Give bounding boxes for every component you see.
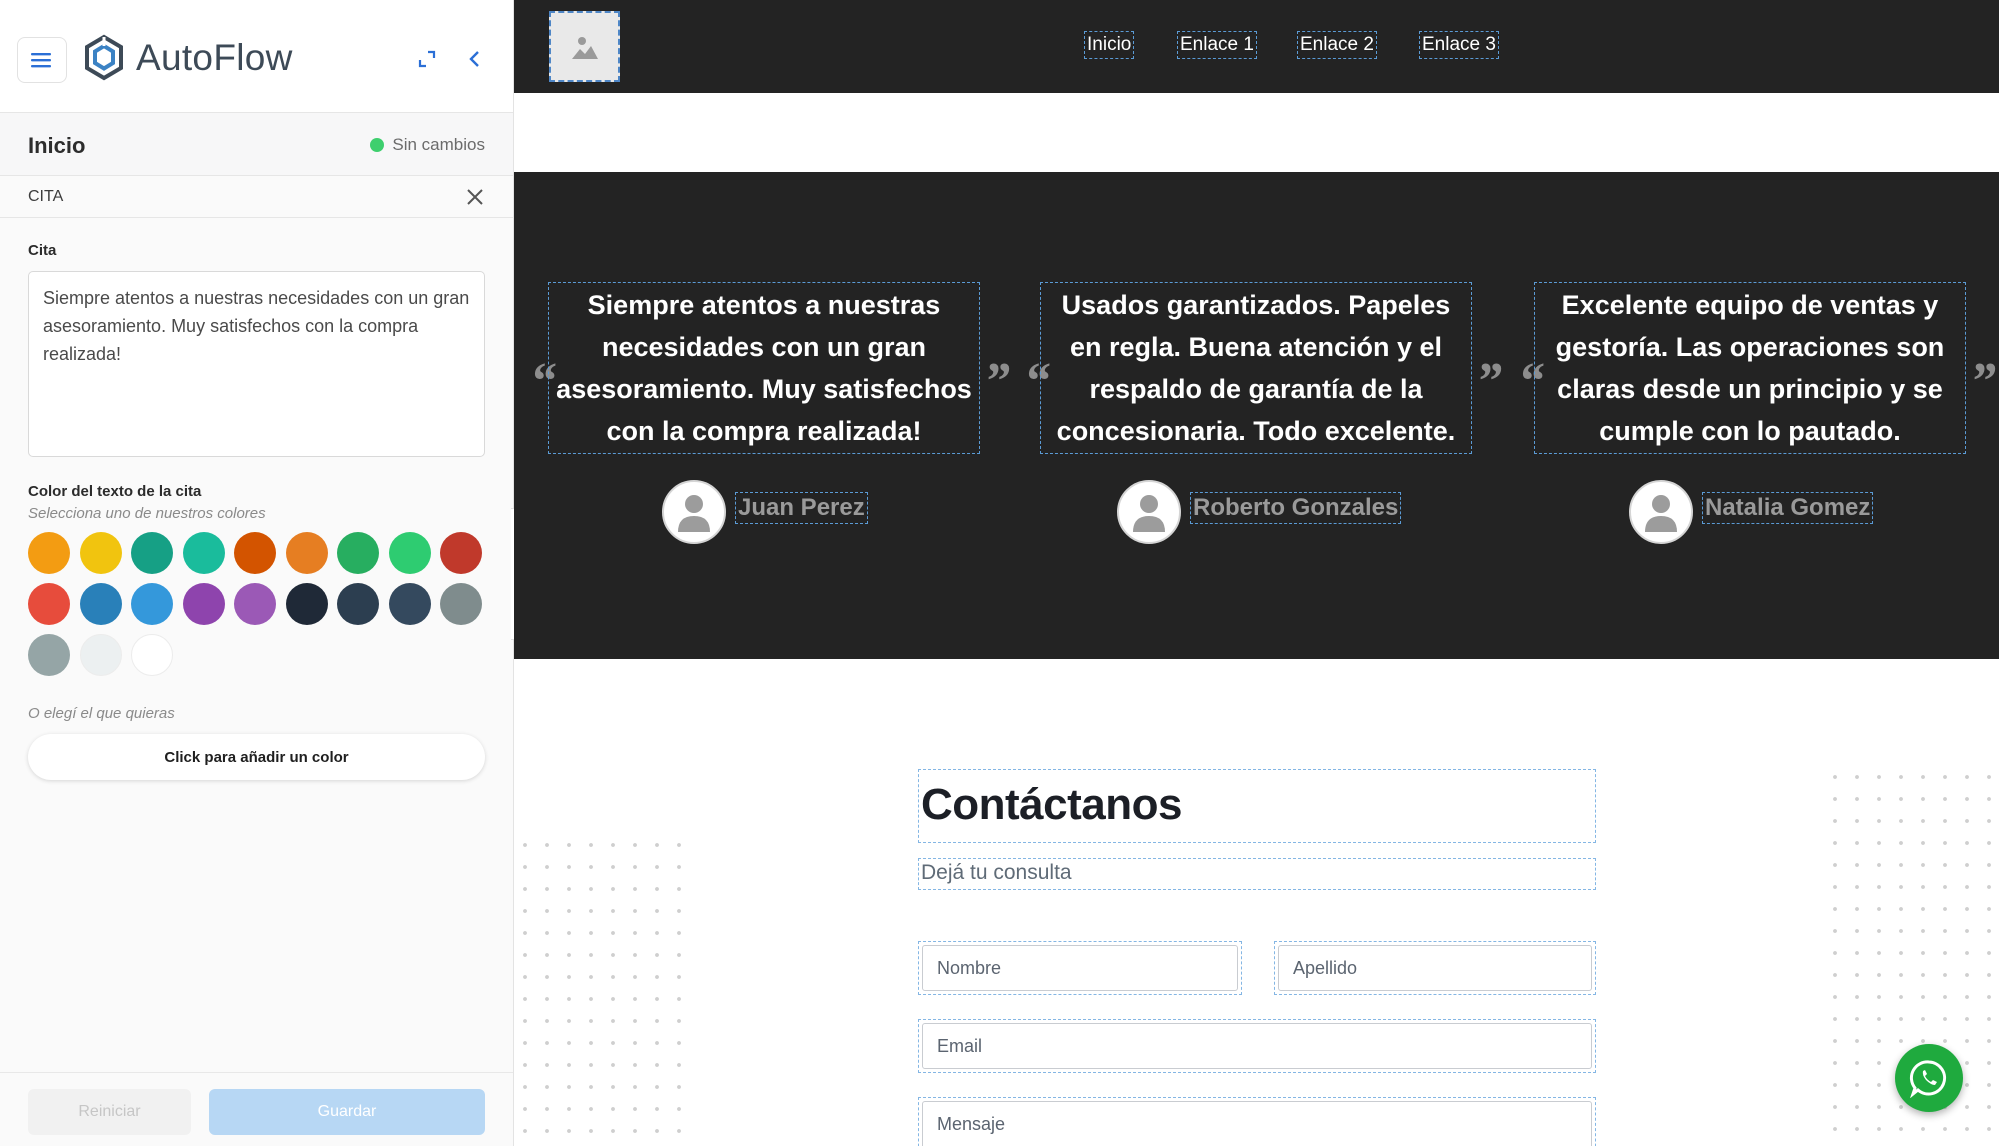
- nav-link-inicio[interactable]: Inicio: [1084, 31, 1135, 59]
- color-swatch[interactable]: [182, 583, 225, 625]
- last-name-field[interactable]: Apellido: [1278, 945, 1592, 991]
- quote-field-label: Cita: [28, 242, 57, 259]
- autoflow-logo-icon: [85, 34, 123, 81]
- contact-title[interactable]: Contáctanos: [918, 769, 1596, 843]
- color-swatch[interactable]: [337, 583, 379, 625]
- color-swatch[interactable]: [131, 532, 173, 574]
- color-swatch[interactable]: [28, 583, 70, 625]
- nav-link-enlace-1[interactable]: Enlace 1: [1177, 31, 1257, 59]
- custom-color-hint: O elegí el que quieras: [28, 705, 175, 722]
- brand-name: AutoFlow: [136, 37, 293, 78]
- close-quote-mark: ”: [1970, 353, 1996, 410]
- color-swatch[interactable]: [440, 532, 482, 574]
- brand-logo: AutoFlow: [82, 34, 293, 82]
- color-swatch[interactable]: [28, 634, 70, 676]
- page-selector[interactable]: Inicio Sin cambios: [0, 113, 513, 176]
- close-quote-mark: ”: [984, 353, 1010, 410]
- message-field[interactable]: Mensaje: [922, 1101, 1592, 1146]
- message-field-wrapper: Mensaje: [918, 1097, 1596, 1146]
- color-palette: [28, 532, 498, 676]
- sidebar-header: AutoFlow: [0, 0, 513, 113]
- page-title: Inicio: [28, 133, 86, 158]
- contact-subtitle[interactable]: Dejá tu consulta: [918, 858, 1596, 890]
- color-swatch[interactable]: [79, 583, 122, 625]
- first-name-field[interactable]: Nombre: [922, 945, 1238, 991]
- chevron-left-icon: [469, 51, 479, 67]
- collapse-sidebar-button[interactable]: [462, 46, 488, 72]
- section-label: CITA: [28, 188, 64, 205]
- testimonial-quote[interactable]: Usados garantizados. Papeles en regla. B…: [1040, 282, 1472, 454]
- color-swatch[interactable]: [28, 532, 70, 574]
- email-field[interactable]: Email: [922, 1023, 1592, 1069]
- quote-color-label: Color del texto de la cita: [28, 483, 202, 500]
- site-navbar: Inicio Enlace 1 Enlace 2 Enlace 3: [514, 0, 1999, 93]
- color-swatch[interactable]: [285, 532, 328, 574]
- quote-color-hint: Selecciona uno de nuestros colores: [28, 505, 266, 522]
- hamburger-icon: [31, 53, 51, 68]
- section-header: CITA: [0, 176, 513, 218]
- status-dot-icon: [370, 138, 385, 152]
- color-swatch[interactable]: [388, 532, 431, 574]
- avatar: [662, 480, 726, 544]
- quote-textarea[interactable]: [28, 271, 485, 457]
- color-swatch[interactable]: [131, 634, 173, 676]
- user-icon: [678, 495, 710, 532]
- decorative-dots: [514, 834, 689, 1146]
- user-icon: [1133, 495, 1165, 532]
- first-name-field-wrapper: Nombre: [918, 941, 1242, 995]
- email-field-wrapper: Email: [918, 1019, 1596, 1073]
- site-logo-placeholder[interactable]: [549, 11, 620, 82]
- testimonials-section: “ Siempre atentos a nuestras necesidades…: [514, 172, 1999, 659]
- expand-icon: [418, 50, 436, 68]
- testimonial-author[interactable]: Natalia Gomez: [1702, 492, 1874, 524]
- color-swatch[interactable]: [79, 634, 122, 676]
- menu-button[interactable]: [17, 37, 67, 83]
- color-swatch[interactable]: [79, 532, 122, 574]
- testimonial-quote[interactable]: Siempre atentos a nuestras necesidades c…: [548, 282, 980, 454]
- image-placeholder-icon: [571, 36, 598, 59]
- color-swatch[interactable]: [234, 532, 276, 574]
- testimonial-author[interactable]: Roberto Gonzales: [1190, 492, 1402, 524]
- color-swatch[interactable]: [440, 583, 482, 625]
- color-swatch[interactable]: [388, 583, 431, 625]
- close-icon[interactable]: [463, 185, 487, 209]
- color-swatch[interactable]: [234, 583, 276, 625]
- whatsapp-button[interactable]: [1895, 1044, 1963, 1112]
- avatar: [1117, 480, 1181, 544]
- whatsapp-icon: [1909, 1060, 1947, 1098]
- nav-link-enlace-3[interactable]: Enlace 3: [1419, 31, 1499, 59]
- color-swatch[interactable]: [337, 532, 379, 574]
- testimonial-quote[interactable]: Excelente equipo de ventas y gestoría. L…: [1534, 282, 1966, 454]
- expand-button[interactable]: [414, 46, 440, 72]
- last-name-field-wrapper: Apellido: [1274, 941, 1596, 995]
- editor-sidebar: AutoFlow Inicio Sin cambios CITA Cita Co…: [0, 0, 514, 1146]
- add-color-button[interactable]: Click para añadir un color: [28, 734, 485, 780]
- color-swatch[interactable]: [182, 532, 225, 574]
- close-quote-mark: ”: [1476, 353, 1502, 410]
- reset-button[interactable]: Reiniciar: [28, 1089, 191, 1135]
- color-swatch[interactable]: [131, 583, 173, 625]
- avatar: [1629, 480, 1693, 544]
- sidebar-footer: Reiniciar Guardar: [0, 1072, 513, 1146]
- user-icon: [1645, 495, 1677, 532]
- save-button[interactable]: Guardar: [209, 1089, 485, 1135]
- site-preview: Inicio Enlace 1 Enlace 2 Enlace 3 “ Siem…: [514, 0, 1999, 1146]
- status-text: Sin cambios: [392, 135, 485, 154]
- nav-link-enlace-2[interactable]: Enlace 2: [1297, 31, 1377, 59]
- color-swatch[interactable]: [285, 583, 328, 625]
- testimonial-author[interactable]: Juan Perez: [735, 492, 868, 524]
- save-status: Sin cambios: [370, 135, 485, 155]
